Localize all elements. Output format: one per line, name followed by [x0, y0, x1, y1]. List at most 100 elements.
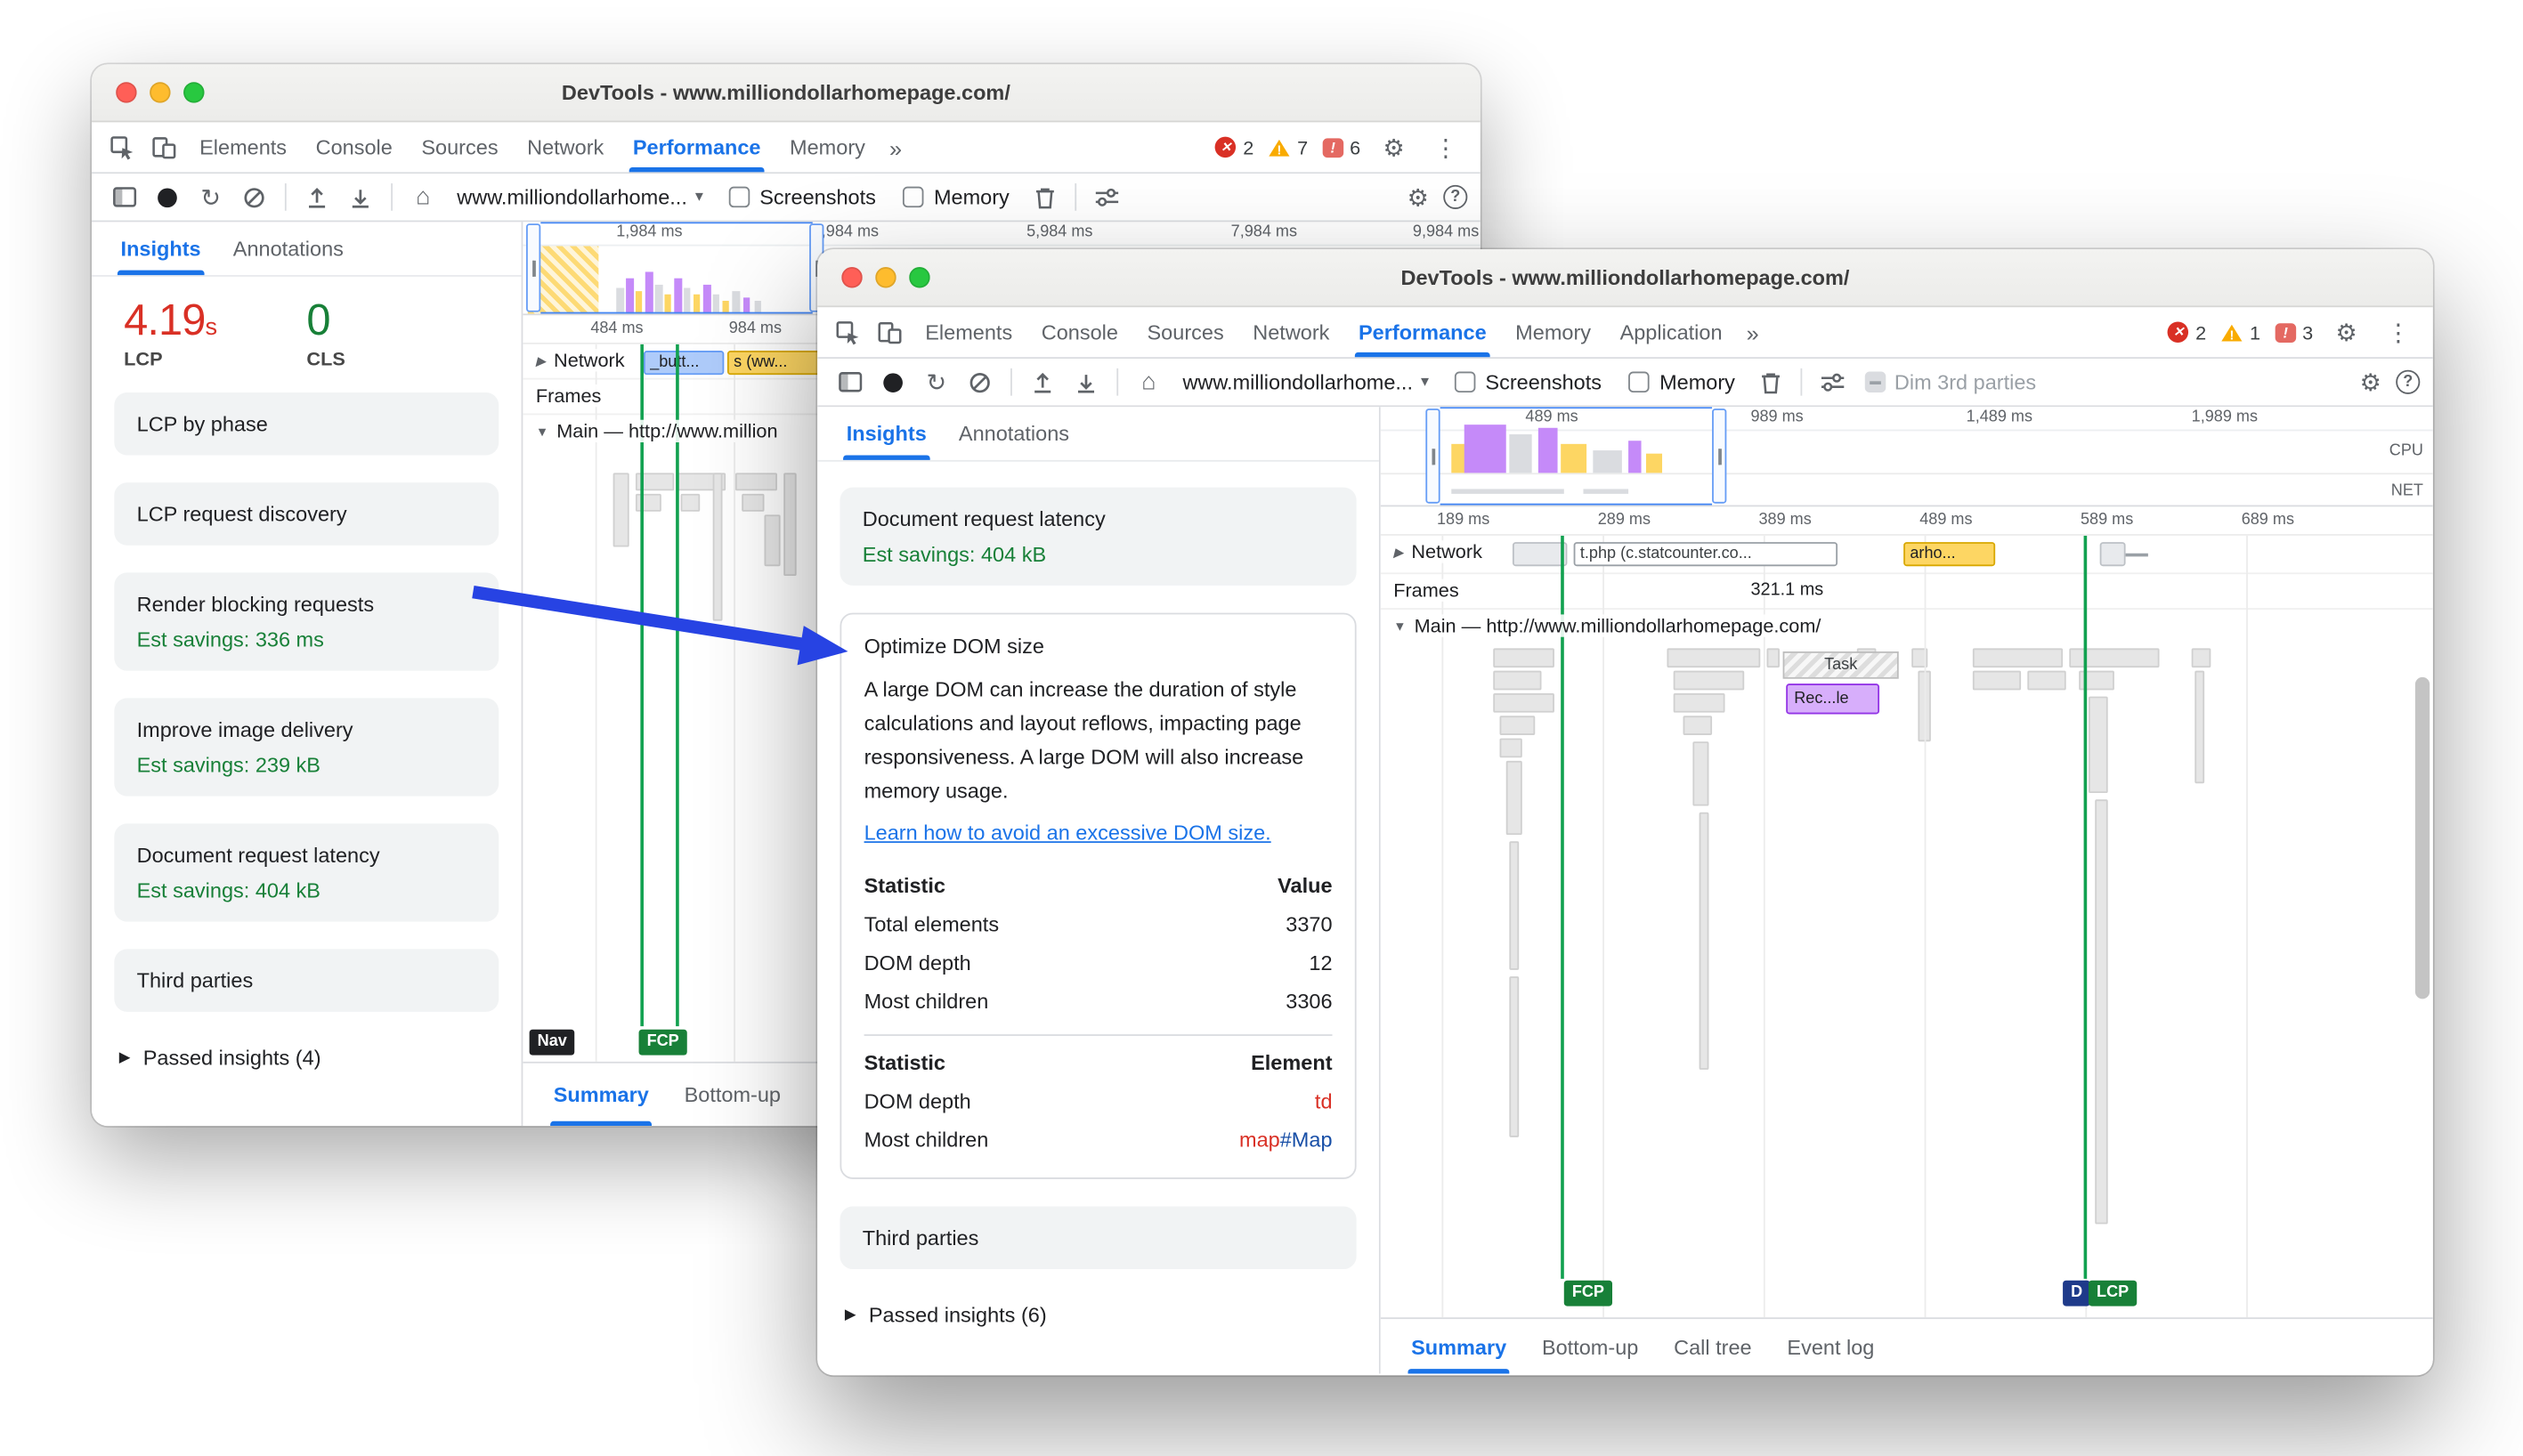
dim-3rd-parties-toggle[interactable]: Dim 3rd parties [1857, 370, 2044, 394]
passed-insights-toggle[interactable]: ▶ Passed insights (6) [817, 1297, 1379, 1334]
tab-bottom-up[interactable]: Bottom-up [667, 1064, 799, 1126]
console-warnings-badge[interactable]: ! 7 [1269, 136, 1308, 158]
tab-event-log[interactable]: Event log [1770, 1319, 1893, 1373]
minimize-window-button[interactable] [875, 267, 896, 288]
screenshots-checkbox[interactable]: Screenshots [718, 185, 887, 209]
history-dropdown[interactable]: www.milliondollarhome... ▾ [447, 185, 712, 209]
more-tabs-icon[interactable]: » [1737, 320, 1769, 345]
inspect-icon[interactable] [827, 313, 869, 352]
scrollbar[interactable] [2414, 676, 2430, 999]
help-icon[interactable]: ? [2396, 369, 2421, 394]
tab-summary[interactable]: Summary [1393, 1319, 1524, 1374]
nav-badge[interactable]: Nav [529, 1029, 575, 1056]
zoom-window-button[interactable] [909, 267, 930, 288]
memory-checkbox[interactable]: Memory [892, 185, 1021, 209]
task-bar[interactable] [1493, 670, 1542, 691]
tab-elements[interactable]: Elements [185, 122, 301, 172]
task-bar[interactable] [1505, 760, 1522, 836]
minimize-window-button[interactable] [150, 82, 171, 103]
settings-gear-icon[interactable]: ⚙ [1399, 182, 1437, 212]
insight-card-lcp-request-discovery[interactable]: LCP request discovery [114, 482, 499, 546]
settings-gear-icon[interactable]: ⚙ [1375, 133, 1413, 162]
insight-card-optimize-dom-size[interactable]: Optimize DOM size A large DOM can increa… [840, 612, 1357, 1179]
task-bar[interactable] [2191, 648, 2211, 668]
task-bar[interactable] [742, 493, 765, 512]
main-thread-track-header[interactable]: ▼ Main — http://www.milliondollarhomepage… [1381, 610, 2433, 645]
titlebar[interactable]: DevTools - www.milliondollarhomepage.com… [817, 249, 2433, 308]
issues-badge[interactable]: ! 6 [1322, 136, 1360, 158]
tab-insights[interactable]: Insights [831, 407, 943, 460]
console-errors-badge[interactable]: ✕ 2 [1215, 136, 1253, 158]
overview-window-handle-left[interactable] [1425, 408, 1440, 504]
sidebar-toggle-icon[interactable] [831, 363, 869, 401]
task-bar[interactable] [1972, 648, 2064, 668]
lcp-badge[interactable]: LCP [2089, 1280, 2138, 1306]
timeline-overview[interactable]: 489 ms 989 ms 1,489 ms 1,989 ms CPU NET [1380, 407, 2433, 507]
tab-elements[interactable]: Elements [911, 307, 1026, 357]
overview-window-handle-right[interactable] [1712, 408, 1727, 504]
task-bar[interactable] [1509, 841, 1520, 970]
trash-icon[interactable] [1026, 178, 1064, 216]
clear-icon[interactable] [235, 178, 273, 216]
passed-insights-toggle[interactable]: ▶ Passed insights (4) [92, 1039, 522, 1077]
home-icon[interactable]: ⌂ [1130, 363, 1168, 401]
tab-application[interactable]: Application [1605, 307, 1737, 357]
kebab-menu-icon[interactable]: ⋮ [1427, 133, 1464, 162]
task-bar[interactable] [1766, 648, 1780, 668]
element-id-link[interactable]: #Map [1280, 1127, 1333, 1151]
tab-annotations[interactable]: Annotations [943, 407, 1085, 460]
task-bar[interactable] [2089, 696, 2108, 794]
memory-checkbox[interactable]: Memory [1618, 370, 1747, 394]
network-request-bar[interactable]: arho... [1903, 542, 1996, 567]
task-bar[interactable] [1499, 738, 1522, 758]
element-link[interactable]: map [1239, 1127, 1280, 1151]
close-window-button[interactable] [116, 82, 137, 103]
task-bar[interactable] [1499, 716, 1536, 735]
reload-icon[interactable]: ↻ [917, 363, 955, 401]
record-button[interactable] [148, 178, 186, 216]
tab-console[interactable]: Console [1026, 307, 1132, 357]
network-request-bar[interactable] [1512, 542, 1568, 567]
screenshots-checkbox[interactable]: Screenshots [1443, 370, 1612, 394]
network-request-bar[interactable]: t.php (c.statcounter.co... [1573, 542, 1838, 567]
task-bar[interactable] [734, 473, 777, 491]
sidebar-toggle-icon[interactable] [104, 178, 142, 216]
insight-card-third-parties[interactable]: Third parties [840, 1206, 1357, 1270]
task-bar[interactable] [1509, 976, 1520, 1137]
titlebar[interactable]: DevTools - www.milliondollarhomepage.com… [92, 64, 1481, 123]
upload-profile-icon[interactable] [1024, 363, 1062, 401]
network-request-bar[interactable] [2099, 542, 2126, 567]
fcp-badge[interactable]: FCP [1563, 1280, 1613, 1306]
task-bar[interactable] [612, 473, 629, 547]
settings-gear-icon[interactable]: ⚙ [2352, 368, 2389, 397]
console-errors-badge[interactable]: ✕ 2 [2168, 321, 2206, 344]
task-bar[interactable] [1667, 648, 1761, 668]
network-conditions-icon[interactable] [1814, 363, 1853, 401]
task-bar[interactable] [2194, 670, 2205, 784]
task-bar[interactable] [2027, 670, 2066, 691]
zoom-window-button[interactable] [183, 82, 205, 103]
insight-card-image-delivery[interactable]: Improve image delivery Est savings: 239 k… [114, 698, 499, 797]
element-link[interactable]: td [1315, 1088, 1333, 1112]
task-bar[interactable] [2069, 648, 2160, 668]
record-button[interactable] [873, 363, 912, 401]
scrollbar-thumb[interactable] [2414, 676, 2430, 999]
tab-summary[interactable]: Summary [536, 1064, 667, 1127]
upload-profile-icon[interactable] [297, 178, 336, 216]
tab-annotations[interactable]: Annotations [217, 222, 360, 275]
task-bar[interactable] [1683, 716, 1713, 735]
flame-chart[interactable]: Task Rec...le [1381, 645, 2433, 1277]
home-icon[interactable]: ⌂ [404, 178, 442, 216]
tab-memory[interactable]: Memory [775, 122, 880, 172]
console-warnings-badge[interactable]: ! 1 [2221, 321, 2260, 344]
tab-bottom-up[interactable]: Bottom-up [1524, 1319, 1656, 1373]
task-bar[interactable] [2095, 799, 2108, 1225]
download-profile-icon[interactable] [341, 178, 379, 216]
insight-card-third-parties[interactable]: Third parties [114, 949, 499, 1012]
overview-selection[interactable] [540, 222, 813, 314]
task-bar[interactable] [783, 473, 797, 577]
dcl-badge[interactable]: D [2063, 1280, 2091, 1306]
task-bar[interactable] [1699, 812, 1709, 1070]
overview-window-handle-left[interactable] [526, 223, 541, 312]
task-bar[interactable] [635, 493, 661, 512]
